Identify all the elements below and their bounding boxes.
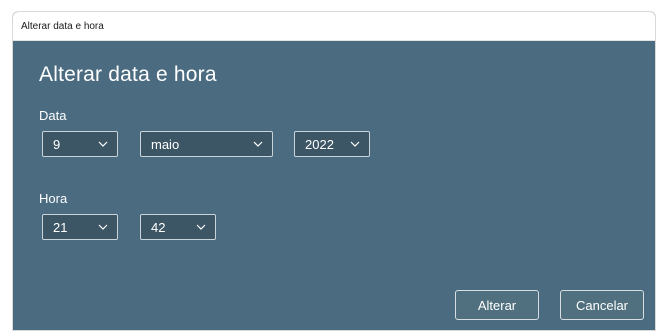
chevron-down-icon: [244, 141, 272, 147]
year-value: 2022: [305, 136, 334, 152]
hour-select[interactable]: 21: [42, 214, 118, 240]
day-select[interactable]: 9: [42, 131, 118, 157]
chevron-down-icon: [89, 141, 117, 147]
month-value: maio: [151, 136, 180, 152]
month-select[interactable]: maio: [140, 131, 273, 157]
hour-value: 21: [53, 219, 68, 235]
time-label: Hora: [39, 191, 68, 206]
day-value: 9: [53, 136, 61, 152]
change-date-time-window: Alterar data e hora Alterar data e hora …: [12, 11, 656, 331]
dialog-content: Alterar data e hora Data 9 maio 2022 Hor…: [13, 41, 655, 330]
minute-select[interactable]: 42: [140, 214, 216, 240]
cancel-button[interactable]: Cancelar: [560, 290, 644, 320]
date-label: Data: [39, 108, 67, 123]
minute-value: 42: [151, 219, 166, 235]
dialog-heading: Alterar data e hora: [39, 63, 217, 86]
chevron-down-icon: [187, 224, 215, 230]
chevron-down-icon: [341, 141, 369, 147]
window-title: Alterar data e hora: [21, 20, 104, 32]
title-bar: Alterar data e hora: [13, 12, 655, 41]
year-select[interactable]: 2022: [294, 131, 370, 157]
change-button[interactable]: Alterar: [455, 290, 539, 320]
chevron-down-icon: [89, 224, 117, 230]
